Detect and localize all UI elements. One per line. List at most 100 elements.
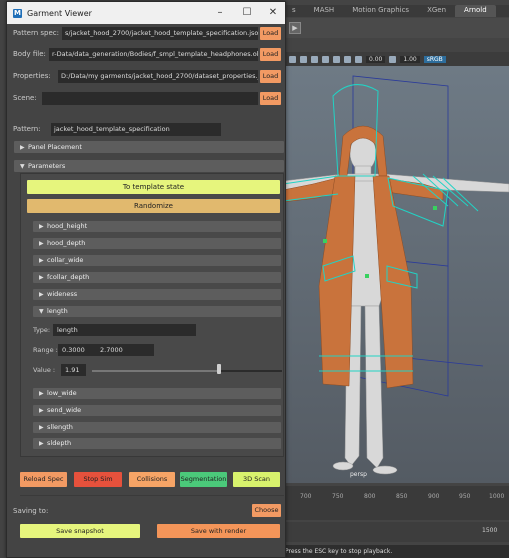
range-end-value[interactable]: 1500 (482, 527, 497, 534)
timeline-tick: 1000 (489, 493, 505, 500)
param-label: sldepth (47, 439, 72, 447)
timeline-tick: 750 (332, 493, 344, 500)
param-label: length (47, 307, 68, 315)
param-fcollar-depth[interactable]: ▶ fcollar_depth (33, 272, 281, 283)
value-field[interactable]: 1.91 (61, 364, 86, 376)
load-properties-button[interactable]: Load (260, 70, 281, 83)
lighting-icon[interactable] (300, 55, 307, 63)
scene-field[interactable] (42, 92, 258, 105)
timeline[interactable] (283, 486, 509, 520)
help-line: Press the ESC key to stop playback. (283, 545, 509, 558)
grid-icon[interactable] (344, 55, 351, 63)
load-pattern-button[interactable]: Load (260, 27, 281, 40)
timeline-tick: 800 (364, 493, 376, 500)
param-hood-height[interactable]: ▶ hood_height (33, 221, 281, 232)
shelf-play-icon[interactable]: ▶ (289, 22, 301, 34)
3d-viewport[interactable] (283, 66, 509, 483)
param-wideness[interactable]: ▶ wideness (33, 289, 281, 300)
expand-arrow-icon: ▶ (39, 440, 44, 447)
camera-label: persp (350, 471, 367, 478)
timeline-tick: 900 (428, 493, 440, 500)
range-slider[interactable] (283, 522, 509, 542)
scene-label: Scene: (13, 94, 37, 102)
expand-arrow-icon: ▶ (39, 223, 44, 230)
save-with-render-button[interactable]: Save with render (157, 524, 280, 538)
param-label: hood_depth (47, 239, 86, 247)
segmentation-button[interactable]: Segmentation (180, 472, 227, 487)
load-scene-button[interactable]: Load (260, 92, 281, 105)
value-slider-fill (92, 370, 220, 372)
shelf-tab-arnold[interactable]: Arnold (455, 5, 496, 17)
stop-sim-button[interactable]: Stop Sim (74, 472, 122, 487)
param-label: collar_wide (47, 256, 84, 264)
pattern-label: Pattern: (13, 125, 41, 133)
collisions-button[interactable]: Collisions (129, 472, 175, 487)
value-slider-track[interactable] (92, 370, 282, 372)
3d-scan-button[interactable]: 3D Scan (233, 472, 280, 487)
parameters-header[interactable]: ▼ Parameters (14, 160, 284, 172)
parameters-label: Parameters (28, 162, 66, 170)
pattern-name-field[interactable]: jacket_hood_template_specification (51, 123, 221, 136)
save-snapshot-button[interactable]: Save snapshot (20, 524, 140, 538)
param-length[interactable]: ▼ length (33, 306, 281, 317)
shadow-icon[interactable] (311, 55, 318, 63)
collapse-arrow-icon: ▼ (39, 308, 44, 315)
expand-arrow-icon: ▶ (39, 390, 44, 397)
range-min-field[interactable]: 0.3000 (58, 344, 96, 356)
color-space-badge[interactable]: sRGB (423, 55, 446, 63)
isolate-icon[interactable] (322, 55, 329, 63)
garment-viewer-window: M Garment Viewer – ☐ ✕ Pattern spec: s/j… (6, 1, 286, 558)
expand-arrow-icon: ▶ (20, 144, 25, 151)
shelf-tab-motion-graphics[interactable]: Motion Graphics (343, 5, 418, 17)
param-label: fcollar_depth (47, 273, 90, 281)
body-file-field[interactable]: r-Data/data_generation/Bodies/f_smpl_tem… (49, 48, 258, 61)
shelf-icon-bar (283, 18, 509, 38)
param-sldepth[interactable]: ▶ sldepth (33, 438, 281, 449)
load-body-button[interactable]: Load (260, 48, 281, 61)
param-low-wide[interactable]: ▶ low_wide (33, 388, 281, 399)
randomize-button[interactable]: Randomize (27, 199, 280, 213)
properties-label: Properties: (13, 72, 51, 80)
title-bar[interactable]: M Garment Viewer – ☐ ✕ (7, 2, 285, 24)
expand-arrow-icon: ▶ (39, 274, 44, 281)
timeline-tick: 850 (396, 493, 408, 500)
wireframe-icon[interactable] (355, 55, 362, 63)
gamma-icon[interactable] (389, 55, 397, 63)
panel-placement-header[interactable]: ▶ Panel Placement (14, 141, 284, 153)
gamma-field[interactable]: 1.00 (400, 55, 420, 63)
type-field[interactable]: length (53, 324, 196, 336)
param-label: send_wide (47, 406, 82, 414)
maya-app-icon: M (13, 8, 22, 18)
type-label: Type: (33, 326, 51, 334)
param-label: wideness (47, 290, 78, 298)
shelf-tab-partial[interactable]: s (283, 5, 305, 17)
reload-spec-button[interactable]: Reload Spec (20, 472, 67, 487)
param-send-wide[interactable]: ▶ send_wide (33, 405, 281, 416)
minimize-button[interactable]: – (210, 4, 230, 21)
display-mode-icon[interactable] (289, 55, 296, 63)
exposure-field[interactable]: 0.00 (366, 55, 386, 63)
value-slider-handle[interactable] (217, 364, 222, 374)
collapse-arrow-icon: ▼ (20, 163, 25, 170)
range-label: Range : (33, 346, 58, 354)
expand-arrow-icon: ▶ (39, 407, 44, 414)
close-button[interactable]: ✕ (263, 4, 283, 21)
shelf-tab-xgen[interactable]: XGen (418, 5, 455, 17)
to-template-state-button[interactable]: To template state (27, 180, 280, 194)
choose-button[interactable]: Choose (252, 504, 281, 517)
range-max-field[interactable]: 2.7000 (96, 344, 154, 356)
param-collar-wide[interactable]: ▶ collar_wide (33, 255, 281, 266)
shelf-tab-mash[interactable]: MASH (305, 5, 344, 17)
properties-field[interactable]: D:/Data/my garments/jacket_hood_2700/dat… (58, 70, 258, 83)
param-sllength[interactable]: ▶ sllength (33, 422, 281, 433)
maximize-button[interactable]: ☐ (237, 4, 257, 21)
param-label: hood_height (47, 222, 88, 230)
expand-arrow-icon: ▶ (39, 424, 44, 431)
param-hood-depth[interactable]: ▶ hood_depth (33, 238, 281, 249)
shelf-tabs: s MASH Motion Graphics XGen Arnold (283, 5, 509, 17)
viewport-toolbar: 0.00 1.00 sRGB (283, 52, 509, 66)
param-label: low_wide (47, 389, 77, 397)
timeline-tick: 950 (459, 493, 471, 500)
xray-icon[interactable] (333, 55, 340, 63)
pattern-spec-field[interactable]: s/jacket_hood_2700/jacket_hood_template_… (62, 27, 258, 40)
